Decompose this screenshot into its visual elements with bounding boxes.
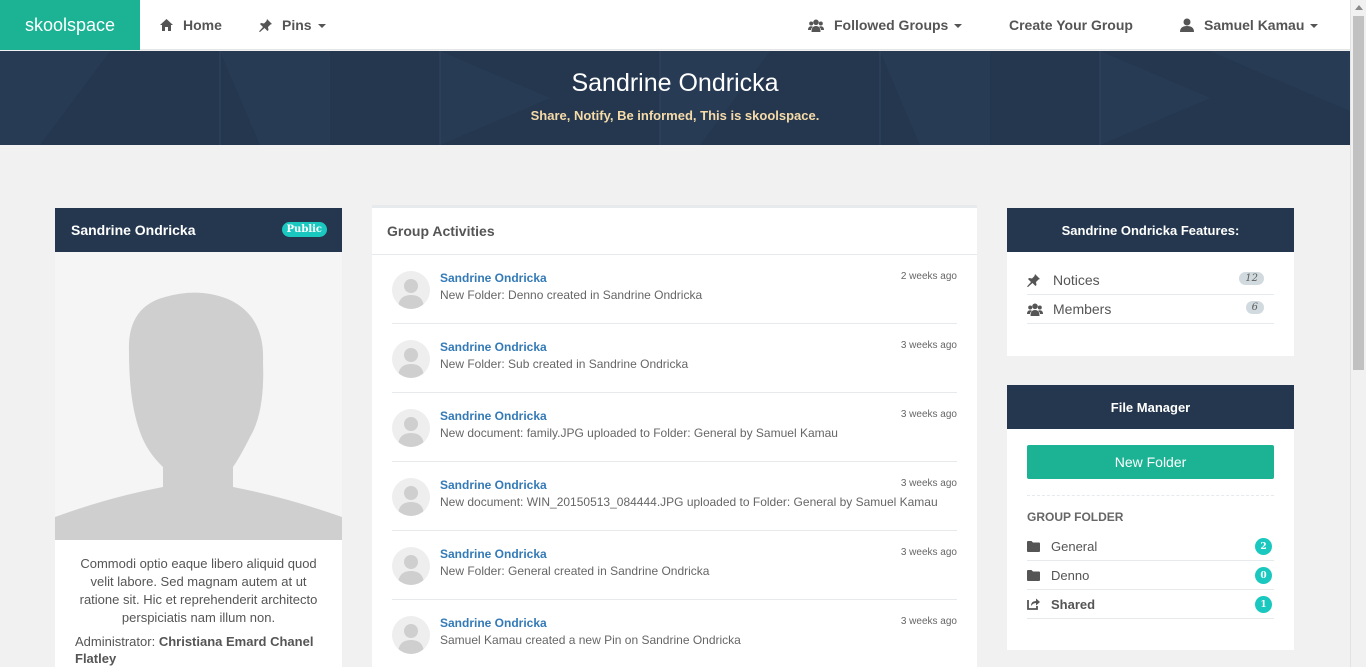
user-icon — [1180, 18, 1194, 32]
profile-description: Commodi optio eaque libero aliquid quod … — [79, 556, 318, 625]
banner-pattern — [0, 51, 1350, 145]
scroll-thumb[interactable] — [1353, 16, 1364, 370]
folder-label: General — [1051, 538, 1098, 554]
activity-author-link[interactable]: Sandrine Ondricka — [440, 409, 547, 423]
nav-home[interactable]: Home — [160, 0, 222, 50]
chevron-down-icon — [954, 24, 963, 28]
avatar[interactable] — [392, 616, 430, 654]
home-icon — [160, 19, 173, 31]
features-list: Notices 12 Members 6 — [1007, 252, 1294, 324]
count-badge: 0 — [1255, 567, 1272, 584]
folder-item-denno[interactable]: Denno 0 — [1027, 561, 1274, 590]
users-icon — [808, 19, 824, 32]
folder-icon — [1027, 540, 1051, 552]
folder-icon — [1027, 569, 1051, 581]
activity-author-link[interactable]: Sandrine Ondricka — [440, 547, 547, 561]
activities-list: Sandrine Ondricka New Folder: Denno crea… — [372, 255, 977, 667]
nav-pins-label: Pins — [282, 17, 312, 33]
count-badge: 12 — [1239, 272, 1264, 285]
activity-text: New Folder: Denno created in Sandrine On… — [440, 288, 703, 302]
avatar[interactable] — [392, 547, 430, 585]
list-item: Sandrine Ondricka New document: family.J… — [392, 393, 957, 462]
count-badge: 1 — [1255, 596, 1272, 613]
activity-author-link[interactable]: Sandrine Ondricka — [440, 271, 547, 285]
brand-logo[interactable]: skoolspace — [0, 0, 140, 50]
avatar[interactable] — [392, 478, 430, 516]
activity-time: 3 weeks ago — [900, 478, 957, 489]
pin-icon — [1027, 273, 1053, 287]
nav-create-group[interactable]: Create Your Group — [1009, 0, 1133, 50]
nav-user-menu[interactable]: Samuel Kamau — [1180, 0, 1319, 50]
activity-time: 3 weeks ago — [900, 340, 957, 351]
chevron-down-icon — [1310, 24, 1319, 28]
folder-item-shared[interactable]: Shared 1 — [1027, 590, 1274, 619]
nav-user-label: Samuel Kamau — [1204, 17, 1305, 33]
feature-item-notices[interactable]: Notices 12 — [1027, 266, 1274, 295]
profile-header: Sandrine Ondricka Public — [55, 208, 342, 252]
person-silhouette-icon — [55, 292, 342, 540]
feature-label: Notices — [1053, 272, 1100, 288]
feature-item-members[interactable]: Members 6 — [1027, 295, 1274, 324]
nav-create-group-label: Create Your Group — [1009, 17, 1133, 33]
nav-home-label: Home — [183, 17, 222, 33]
folder-item-general[interactable]: General 2 — [1027, 532, 1274, 561]
features-panel: Sandrine Ondricka Features: Notices 12 M… — [1007, 208, 1294, 356]
activity-time: 3 weeks ago — [900, 616, 957, 627]
page-scrollbar[interactable] — [1350, 0, 1366, 667]
count-badge: 2 — [1255, 538, 1272, 555]
list-item: Sandrine Ondricka Samuel Kamau created a… — [392, 600, 957, 667]
avatar[interactable] — [392, 409, 430, 447]
admin-label: Administrator: — [75, 634, 156, 649]
file-manager-panel: File Manager New Folder GROUP FOLDER Gen… — [1007, 385, 1294, 650]
group-banner: Sandrine Ondricka Share, Notify, Be info… — [0, 51, 1350, 145]
activity-text: Samuel Kamau created a new Pin on Sandri… — [440, 633, 741, 647]
list-item: Sandrine Ondricka New document: WIN_2015… — [392, 462, 957, 531]
folder-label: Shared — [1051, 596, 1096, 612]
avatar — [55, 252, 342, 540]
activity-author-link[interactable]: Sandrine Ondricka — [440, 616, 547, 630]
profile-name: Sandrine Ondricka — [71, 222, 196, 238]
top-navbar: skoolspace Home Pins Followed Groups Cre… — [0, 0, 1350, 50]
new-folder-button[interactable]: New Folder — [1027, 445, 1274, 479]
feature-label: Members — [1053, 301, 1112, 317]
group-folder-heading: GROUP FOLDER — [1027, 510, 1124, 524]
activity-time: 3 weeks ago — [900, 547, 957, 558]
pin-icon — [259, 18, 272, 32]
activity-text: New Folder: General created in Sandrine … — [440, 564, 710, 578]
users-icon — [1027, 303, 1053, 316]
activity-author-link[interactable]: Sandrine Ondricka — [440, 478, 547, 492]
activity-time: 3 weeks ago — [900, 409, 957, 420]
chevron-down-icon — [317, 24, 326, 28]
profile-administrator: Administrator: Christiana Emard Chanel F… — [55, 627, 342, 667]
folder-list: General 2 Denno 0 Shared 1 — [1007, 524, 1294, 619]
banner-title: Sandrine Ondricka — [571, 69, 779, 97]
file-manager-title: File Manager — [1007, 385, 1294, 429]
folder-label: Denno — [1051, 567, 1090, 583]
avatar[interactable] — [392, 271, 430, 309]
group-activities-panel: Group Activities Sandrine Ondricka New F… — [372, 205, 977, 667]
activity-author-link[interactable]: Sandrine Ondricka — [440, 340, 547, 354]
list-item: Sandrine Ondricka New Folder: Sub create… — [392, 324, 957, 393]
nav-pins[interactable]: Pins — [259, 0, 326, 50]
nav-followed-groups[interactable]: Followed Groups — [808, 0, 963, 50]
activities-title: Group Activities — [372, 208, 977, 255]
list-item: Sandrine Ondricka New Folder: General cr… — [392, 531, 957, 600]
activity-text: New document: family.JPG uploaded to Fol… — [440, 426, 838, 440]
avatar[interactable] — [392, 340, 430, 378]
activity-text: New document: WIN_20150513_084444.JPG up… — [440, 495, 938, 509]
share-icon — [1027, 598, 1051, 610]
list-item: Sandrine Ondricka New Folder: Denno crea… — [392, 255, 957, 324]
banner-subtitle: Share, Notify, Be informed, This is skoo… — [530, 108, 820, 123]
count-badge: 6 — [1245, 301, 1264, 314]
nav-followed-groups-label: Followed Groups — [834, 17, 949, 33]
group-profile-card: Sandrine Ondricka Public Commodi optio e… — [55, 208, 342, 667]
scroll-up-arrow-icon[interactable] — [1355, 5, 1363, 10]
features-title: Sandrine Ondricka Features: — [1007, 208, 1294, 252]
status-badge: Public — [281, 222, 327, 237]
activity-time: 2 weeks ago — [900, 271, 957, 282]
activity-text: New Folder: Sub created in Sandrine Ondr… — [440, 357, 689, 371]
